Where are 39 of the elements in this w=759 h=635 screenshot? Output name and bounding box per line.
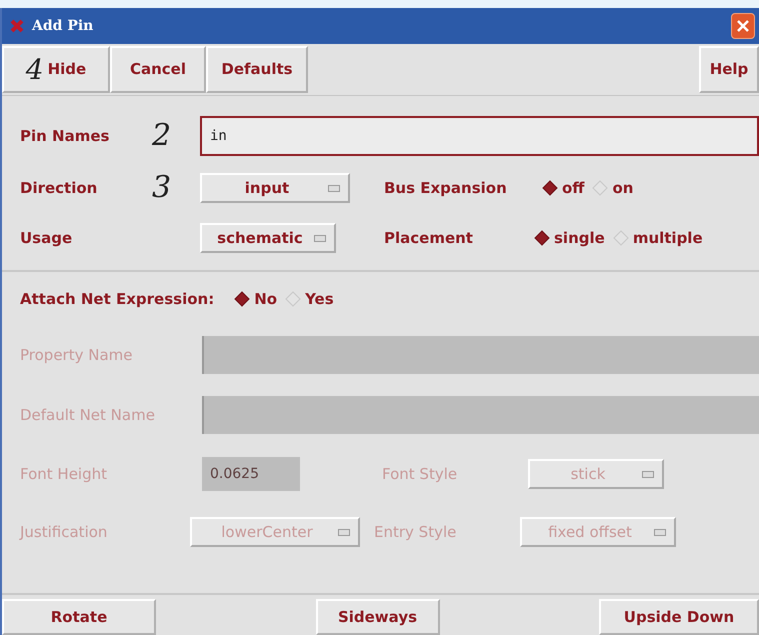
field-label: Usage [20,228,74,249]
toolbar-button[interactable]: Help [699,46,759,93]
field-label: Font Style [382,464,458,485]
annotation-number: 3 [152,173,172,203]
field-label: Direction [20,178,98,199]
transform-button[interactable]: Upside Down [599,599,759,635]
option-menu-indicator-icon [314,234,326,242]
field-label: Placement [384,228,474,249]
field-label: Justification [20,522,108,543]
radio-option[interactable]: No [234,288,278,310]
field-label: Pin Names [20,126,110,147]
toolbar-button[interactable]: Defaults [206,46,308,93]
field-label: Property Name [20,344,134,366]
pin-names-field[interactable]: in [200,116,759,156]
close-button[interactable] [731,13,755,39]
direction-dropdown[interactable]: input [200,173,350,203]
app-icon [10,19,24,33]
transform-button[interactable]: Sideways [316,599,440,635]
field-label: Default Net Name [20,404,156,426]
field-label: Attach Net Expression: [20,288,214,310]
option-menu-indicator-icon [642,470,654,478]
window-title: Add Pin [32,16,94,36]
toolbar-button[interactable]: Cancel [110,46,206,93]
field-label: Entry Style [374,522,458,543]
field-label: Bus Expansion [384,178,508,199]
annotation-number: 4 [26,56,44,84]
field-label: Font Height [20,464,108,485]
usage-dropdown[interactable]: schematic [200,223,336,253]
radio-option[interactable]: single [534,226,605,250]
radio-option[interactable]: off [542,176,584,200]
transform-button[interactable]: Rotate [2,599,156,635]
option-menu-indicator-icon [654,528,666,536]
option-menu-indicator-icon [328,184,340,192]
option-menu-indicator-icon [338,528,350,536]
radio-option[interactable]: on [592,176,634,200]
annotation-number: 2 [152,121,172,151]
radio-option[interactable]: Yes [285,288,334,310]
radio-option[interactable]: multiple [612,226,703,250]
close-icon [736,19,750,33]
